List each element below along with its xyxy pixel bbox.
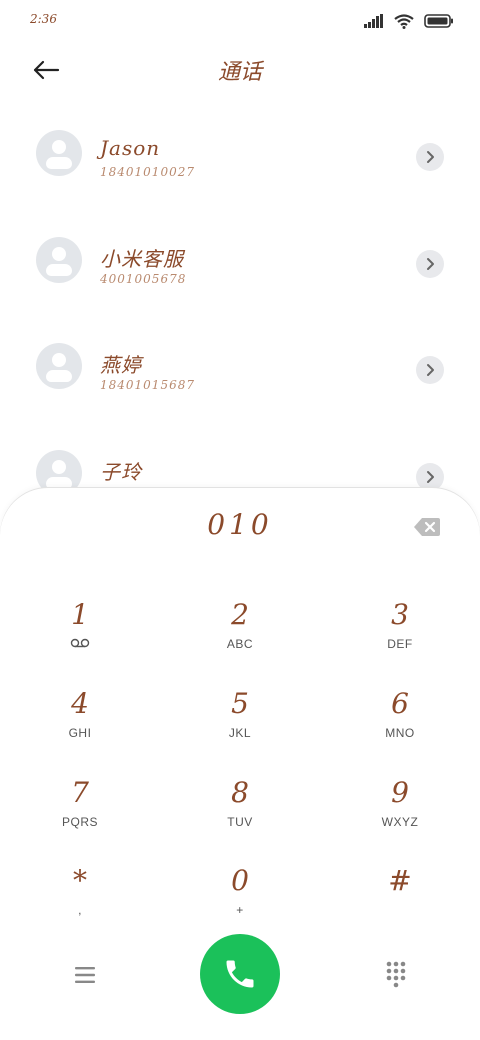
dialed-number[interactable]: 010: [0, 508, 480, 541]
menu-icon[interactable]: [70, 962, 100, 988]
contact-detail-button[interactable]: [416, 250, 444, 278]
key-4[interactable]: 4 GHI: [20, 687, 140, 767]
contact-name: 小米客服: [100, 247, 184, 271]
phone-icon: [226, 960, 254, 988]
contact-item[interactable]: Jason 18401010027: [0, 100, 480, 206]
call-button[interactable]: [200, 934, 280, 1014]
key-digit: 9: [391, 776, 409, 809]
key-letters: GHI: [68, 726, 92, 740]
key-digit: 8: [231, 776, 249, 809]
page-title: 通话: [217, 60, 262, 85]
status-bar: 2:36: [0, 0, 480, 40]
contact-item[interactable]: 燕婷 18401015687: [0, 313, 480, 419]
wifi-icon: [394, 13, 414, 29]
contact-name: 子玲: [100, 460, 142, 484]
avatar: [36, 237, 82, 283]
contact-item[interactable]: 子玲: [0, 420, 480, 490]
key-letters: PQRS: [61, 815, 98, 829]
key-8[interactable]: 8 TUV: [180, 776, 300, 856]
key-letters: DEF: [387, 637, 413, 651]
chevron-right-icon: [427, 471, 434, 483]
key-letters: ,: [78, 903, 82, 917]
avatar: [36, 130, 82, 176]
key-letters: ABC: [226, 637, 254, 651]
contact-name: 燕婷: [100, 353, 142, 377]
key-letters: WXYZ: [381, 815, 419, 829]
bottom-action-bar: [0, 932, 480, 1022]
contact-phone: 4001005678: [100, 272, 187, 286]
key-7[interactable]: 7 PQRS: [20, 776, 140, 856]
battery-icon: [424, 14, 453, 28]
key-digit: 5: [231, 687, 249, 720]
key-3[interactable]: 3 DEF: [340, 598, 460, 678]
contact-detail-button[interactable]: [416, 463, 444, 490]
key-digit: *: [73, 864, 87, 897]
header: 通话: [0, 40, 480, 100]
key-letters: +: [236, 903, 244, 917]
chevron-right-icon: [427, 364, 434, 376]
contact-list: Jason 18401010027 小米客服 4001005678 燕婷 184…: [0, 100, 480, 490]
voicemail-icon: [70, 638, 90, 648]
key-letters: JKL: [228, 726, 252, 740]
backspace-icon[interactable]: [413, 517, 441, 537]
avatar: [36, 343, 82, 389]
key-digit: 6: [391, 687, 409, 720]
contact-detail-button[interactable]: [416, 143, 444, 171]
avatar: [36, 450, 82, 490]
key-5[interactable]: 5 JKL: [180, 687, 300, 767]
key-digit: 4: [71, 687, 89, 720]
key-digit: 0: [231, 864, 249, 897]
contact-detail-button[interactable]: [416, 356, 444, 384]
contact-phone: 18401010027: [100, 165, 195, 179]
contact-phone: 18401015687: [100, 378, 195, 392]
status-time: 2:36: [30, 12, 57, 26]
key-2[interactable]: 2 ABC: [180, 598, 300, 678]
chevron-right-icon: [427, 151, 434, 163]
key-digit: #: [388, 864, 412, 897]
key-digit: 1: [71, 598, 89, 631]
key-6[interactable]: 6 MNO: [340, 687, 460, 767]
key-1[interactable]: 1: [20, 598, 140, 678]
key-9[interactable]: 9 WXYZ: [340, 776, 460, 856]
key-digit: 2: [231, 598, 249, 631]
key-digit: 3: [391, 598, 409, 631]
status-icons: [364, 12, 454, 30]
contact-name: Jason: [100, 136, 161, 160]
dialpad-icon[interactable]: [382, 960, 410, 988]
contact-item[interactable]: 小米客服 4001005678: [0, 207, 480, 313]
key-digit: 7: [71, 776, 89, 809]
key-letters: MNO: [385, 726, 415, 740]
key-letters: [20, 636, 140, 652]
key-letters: TUV: [227, 815, 253, 829]
signal-icon: [364, 14, 383, 28]
chevron-right-icon: [427, 258, 434, 270]
